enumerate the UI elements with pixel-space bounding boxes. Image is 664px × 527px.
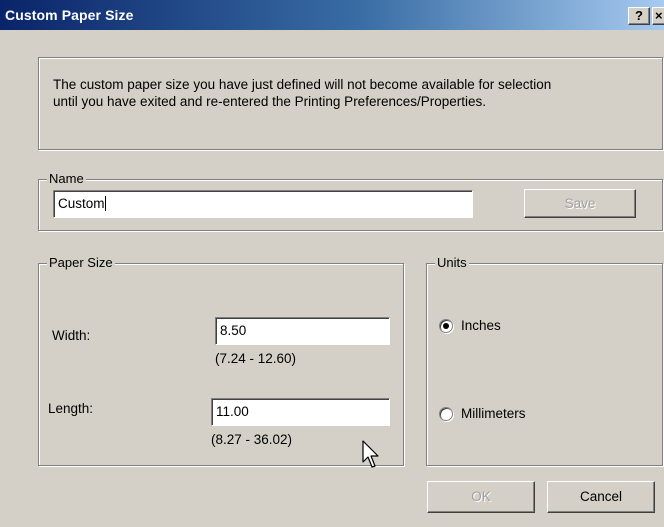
- info-message: The custom paper size you have just defi…: [53, 76, 551, 110]
- cancel-button-label: Cancel: [579, 489, 623, 504]
- text-caret: [104, 196, 106, 211]
- radio-selected-icon[interactable]: [439, 319, 453, 333]
- width-input[interactable]: 8.50: [215, 317, 390, 345]
- save-button[interactable]: Save: [524, 189, 636, 218]
- ok-button[interactable]: OK: [427, 481, 535, 513]
- paper-size-group: Paper Size Width: 8.50 (7.24 - 12.60) Le…: [38, 255, 404, 466]
- help-icon: ?: [635, 8, 643, 23]
- radio-inches[interactable]: Inches: [439, 318, 559, 338]
- radio-inches-label: Inches: [461, 318, 501, 333]
- paper-size-legend: Paper Size: [47, 255, 115, 271]
- width-label: Width:: [52, 328, 91, 343]
- units-legend: Units: [435, 255, 469, 271]
- mouse-pointer-icon: [362, 440, 379, 468]
- close-button[interactable]: ×: [652, 7, 664, 25]
- radio-millimeters[interactable]: Millimeters: [439, 406, 579, 426]
- length-input[interactable]: 11.00: [211, 398, 390, 426]
- close-icon: ×: [655, 8, 663, 23]
- name-group: Name Custom Save: [38, 171, 663, 231]
- cancel-button[interactable]: Cancel: [547, 481, 655, 513]
- save-button-label: Save: [564, 196, 596, 211]
- radio-millimeters-label: Millimeters: [461, 406, 526, 421]
- length-input-value: 11.00: [216, 404, 249, 419]
- custom-paper-size-dialog: Custom Paper Size ? × The custom paper s…: [0, 0, 664, 527]
- name-input[interactable]: Custom: [53, 190, 473, 218]
- width-input-value: 8.50: [220, 323, 247, 338]
- length-label: Length:: [48, 401, 94, 416]
- info-message-line-1: The custom paper size you have just defi…: [53, 77, 552, 92]
- name-input-value: Custom: [58, 196, 105, 211]
- width-range-hint: (7.24 - 12.60): [215, 351, 297, 366]
- radio-dot: [443, 323, 449, 329]
- info-message-line-2: until you have exited and re-entered the…: [53, 94, 487, 109]
- name-group-legend: Name: [47, 171, 86, 187]
- units-group: Units Inches Millimeters: [426, 255, 663, 466]
- info-message-panel: The custom paper size you have just defi…: [38, 57, 663, 150]
- length-range-hint: (8.27 - 36.02): [211, 432, 293, 447]
- window-title: Custom Paper Size: [5, 7, 134, 23]
- radio-unselected-icon[interactable]: [439, 407, 453, 421]
- help-button[interactable]: ?: [628, 7, 650, 25]
- ok-button-label: OK: [471, 489, 491, 504]
- title-bar[interactable]: Custom Paper Size ? ×: [0, 0, 664, 30]
